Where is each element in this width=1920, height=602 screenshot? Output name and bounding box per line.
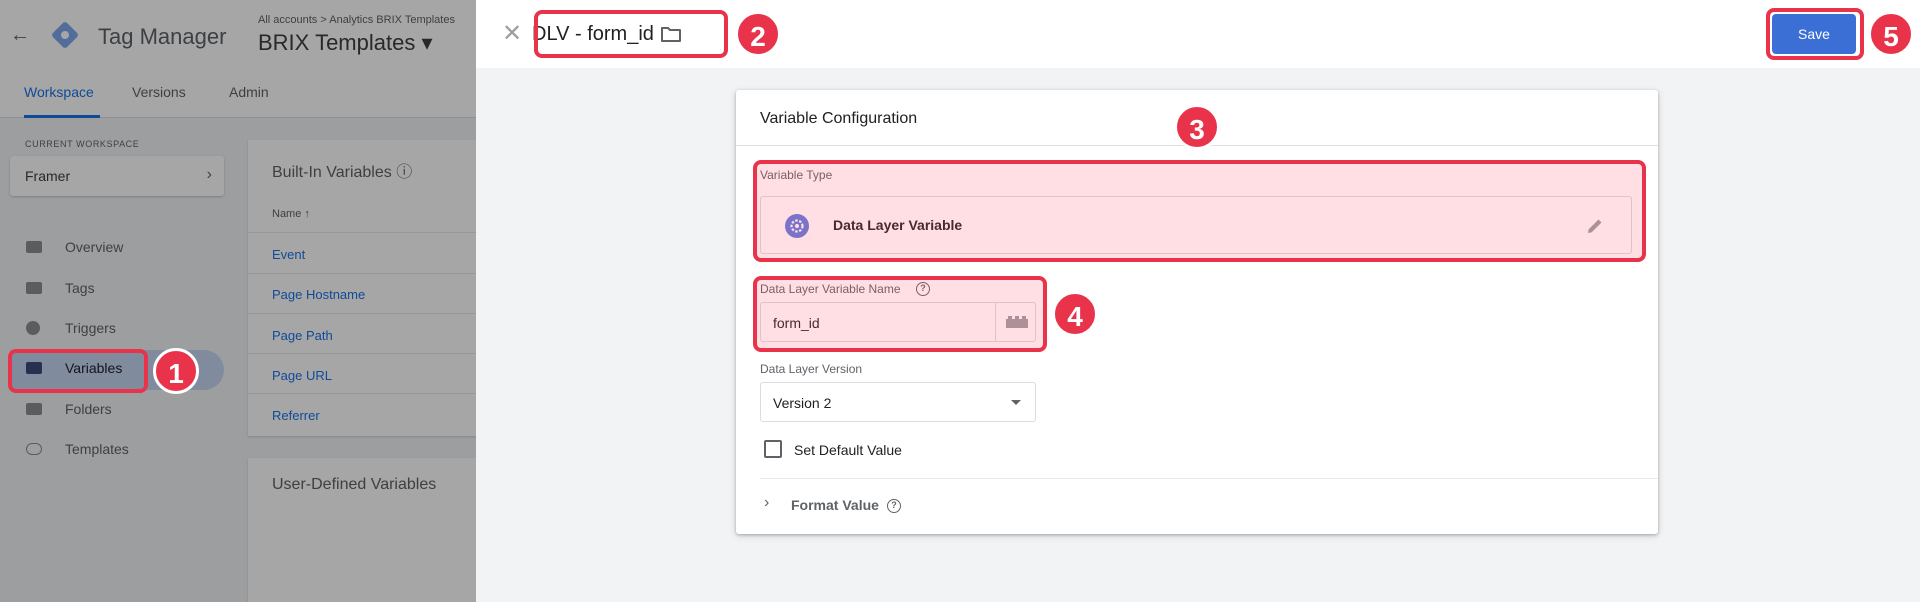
format-value-expander[interactable]: › Format Value <box>760 494 960 518</box>
highlight-variable-title <box>534 10 728 58</box>
set-default-checkbox[interactable] <box>764 440 782 458</box>
step-badge-5: 5 <box>1868 11 1914 57</box>
step-badge-3: 3 <box>1174 104 1220 150</box>
modal-scrim[interactable] <box>0 0 476 602</box>
step-badge-4: 4 <box>1052 291 1098 337</box>
card-title: Variable Configuration <box>760 110 918 127</box>
dlv-version-select[interactable]: Version 2 <box>760 382 1036 422</box>
chevron-down-icon <box>1011 400 1021 405</box>
set-default-label: Set Default Value <box>794 442 902 458</box>
highlight-save-button <box>1766 8 1864 60</box>
format-value-label: Format Value <box>791 497 879 513</box>
highlight-variables-nav <box>8 349 148 393</box>
step-badge-2: 2 <box>735 11 781 57</box>
dlv-version-value: Version 2 <box>773 395 832 411</box>
step-badge-1: 1 <box>153 348 199 394</box>
highlight-dlv-name <box>753 276 1047 352</box>
highlight-variable-type <box>753 160 1646 262</box>
chevron-right-icon: › <box>764 494 770 511</box>
background-app: ← Tag Manager All accounts > Analytics B… <box>0 0 476 602</box>
help-icon[interactable]: ? <box>887 499 901 513</box>
close-icon[interactable]: ✕ <box>502 19 522 48</box>
divider <box>760 478 1658 479</box>
dlv-version-label: Data Layer Version <box>760 362 863 376</box>
